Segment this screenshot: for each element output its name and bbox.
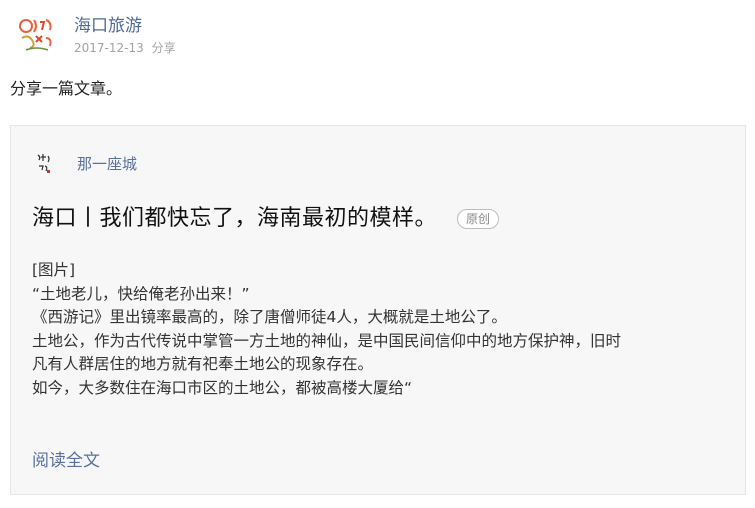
article-title[interactable]: 海口丨我们都快忘了，海南最初的模样。 — [32, 204, 437, 234]
article-source[interactable]: 那一座城 — [31, 148, 137, 178]
excerpt-line: [图片] — [32, 261, 76, 279]
excerpt-line: 如今，大多数住在海口市区的土地公，都被高楼大厦给“ — [32, 378, 413, 397]
excerpt-line: “土地老儿，快给俺老孙出来！” — [32, 284, 250, 303]
post-meta: 2017-12-13 分享 — [74, 40, 176, 56]
author-name[interactable]: 海口旅游 — [74, 15, 176, 37]
excerpt-line: 土地公，作为古代传说中掌管一方土地的神仙，是中国民间信仰中的地方保护神，旧时 — [32, 331, 622, 350]
post-action: 分享 — [151, 40, 176, 55]
post-date: 2017-12-13 — [74, 40, 144, 55]
post-text: 分享一篇文章。 — [10, 79, 123, 98]
post-header-text: 海口旅游 2017-12-13 分享 — [74, 15, 176, 56]
article-excerpt: [图片] “土地老儿，快给俺老孙出来！” 《西游记》里出镜率最高的，除了唐僧师徒… — [32, 259, 732, 400]
calligraphy-seal-icon — [31, 148, 57, 178]
read-full-article-link[interactable]: 阅读全文 — [32, 446, 100, 471]
author-avatar[interactable] — [14, 12, 60, 58]
excerpt-line: 凡有人群居住的地方就有祀奉土地公的现象存在。 — [32, 355, 374, 373]
excerpt-line: 《西游记》里出镜率最高的，除了唐僧师徒4人，大概就是土地公了。 — [32, 308, 507, 326]
article-title-row[interactable]: 海口丨我们都快忘了，海南最初的模样。 原创 — [32, 204, 500, 234]
article-source-name[interactable]: 那一座城 — [77, 153, 137, 174]
original-badge: 原创 — [457, 209, 500, 229]
article-card[interactable]: 那一座城 海口丨我们都快忘了，海南最初的模样。 原创 [图片] “土地老儿，快给… — [10, 125, 746, 495]
hainan-travel-logo-icon — [14, 12, 60, 58]
post-header: 海口旅游 2017-12-13 分享 — [14, 10, 176, 60]
